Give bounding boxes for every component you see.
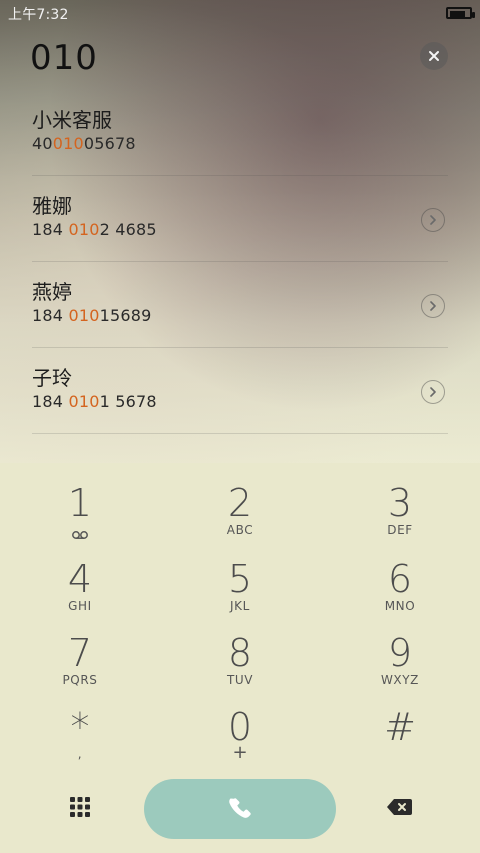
contact-name: 子玲 (32, 366, 72, 390)
number-match: 010 (68, 220, 100, 239)
contact-details-button[interactable] (421, 208, 445, 232)
key-star[interactable]: * , (0, 695, 160, 771)
close-icon (429, 51, 439, 61)
number-prefix: 40 (32, 134, 53, 153)
dialed-number[interactable]: 010 (30, 38, 98, 78)
key-digit: 8 (227, 631, 253, 675)
number-suffix: 2 4685 (99, 220, 157, 239)
battery-icon (446, 7, 475, 19)
phone-icon (229, 798, 251, 818)
key-digit: 6 (387, 557, 413, 601)
contact-details-button[interactable] (421, 294, 445, 318)
key-4[interactable]: 4 GHI (0, 547, 160, 623)
key-digit: 9 (387, 631, 413, 675)
number-suffix: 15689 (99, 306, 152, 325)
voicemail-icon (71, 525, 89, 544)
dialpad-icon[interactable] (68, 795, 92, 819)
number-prefix: 184 (32, 306, 69, 325)
number-prefix: 184 (32, 392, 69, 411)
clear-input-button[interactable] (420, 42, 448, 70)
key-hash[interactable]: # (320, 695, 480, 771)
contact-number: 4001005678 (32, 134, 136, 153)
voicemail-glyph (72, 531, 88, 539)
contact-row[interactable]: 小米客服 4001005678 (0, 90, 480, 176)
key-1[interactable]: 1 (0, 471, 160, 547)
number-prefix: 184 (32, 220, 69, 239)
contact-row[interactable]: 雅娜 184 0102 4685 (0, 176, 480, 262)
key-8[interactable]: 8 TUV (160, 621, 320, 697)
phone-dialer-screen: 上午7:32 010 小米客服 4001005678 雅娜 184 0102 4… (0, 0, 480, 853)
key-digit: 1 (67, 481, 93, 525)
battery-level-fill (450, 11, 466, 17)
key-digit: * (70, 705, 90, 749)
key-digit: 7 (67, 631, 93, 675)
contact-row[interactable]: 燕婷 184 01015689 (0, 262, 480, 348)
contact-number: 184 0102 4685 (32, 220, 157, 239)
key-letters: PQRS (62, 673, 98, 687)
contact-name: 小米客服 (32, 108, 112, 132)
contact-number: 184 0101 5678 (32, 392, 157, 411)
key-digit: # (384, 705, 416, 749)
contact-row[interactable]: 子玲 184 0101 5678 (0, 348, 480, 434)
number-match: 010 (52, 134, 84, 153)
number-suffix: 05678 (83, 134, 136, 153)
number-suffix: 1 5678 (99, 392, 157, 411)
backspace-icon[interactable] (385, 797, 413, 817)
key-0[interactable]: 0 + (160, 695, 320, 771)
key-letters: , (77, 747, 83, 761)
key-letters: TUV (226, 673, 254, 687)
status-bar: 上午7:32 (0, 0, 480, 26)
number-match: 010 (68, 306, 100, 325)
contact-name: 雅娜 (32, 194, 72, 218)
call-button[interactable] (144, 779, 336, 839)
key-3[interactable]: 3 DEF (320, 471, 480, 547)
key-9[interactable]: 9 WXYZ (320, 621, 480, 697)
dial-keypad: 1 2 ABC 3 DEF 4 GHI 5 JKL 6 MNO 7 PQRS 8… (0, 463, 480, 853)
key-digit: 5 (227, 557, 253, 601)
key-5[interactable]: 5 JKL (160, 547, 320, 623)
row-divider (32, 433, 448, 434)
chevron-right-icon (430, 387, 436, 397)
contact-details-button[interactable] (421, 380, 445, 404)
contact-number: 184 01015689 (32, 306, 151, 325)
key-letters: GHI (68, 599, 92, 613)
chevron-right-icon (430, 215, 436, 225)
chevron-right-icon (430, 301, 436, 311)
contact-name: 燕婷 (32, 280, 72, 304)
key-digit: 3 (387, 481, 413, 525)
status-time: 上午7:32 (8, 7, 69, 23)
key-plus: + (232, 742, 248, 763)
key-letters: JKL (230, 599, 250, 613)
key-digit: 4 (67, 557, 93, 601)
key-6[interactable]: 6 MNO (320, 547, 480, 623)
number-match: 010 (68, 392, 100, 411)
key-letters: MNO (384, 599, 416, 613)
key-digit: 2 (227, 481, 253, 525)
key-7[interactable]: 7 PQRS (0, 621, 160, 697)
key-letters: WXYZ (380, 673, 420, 687)
dialer-actions (0, 775, 480, 853)
key-letters: DEF (387, 523, 413, 537)
key-letters: ABC (226, 523, 254, 537)
key-2[interactable]: 2 ABC (160, 471, 320, 547)
